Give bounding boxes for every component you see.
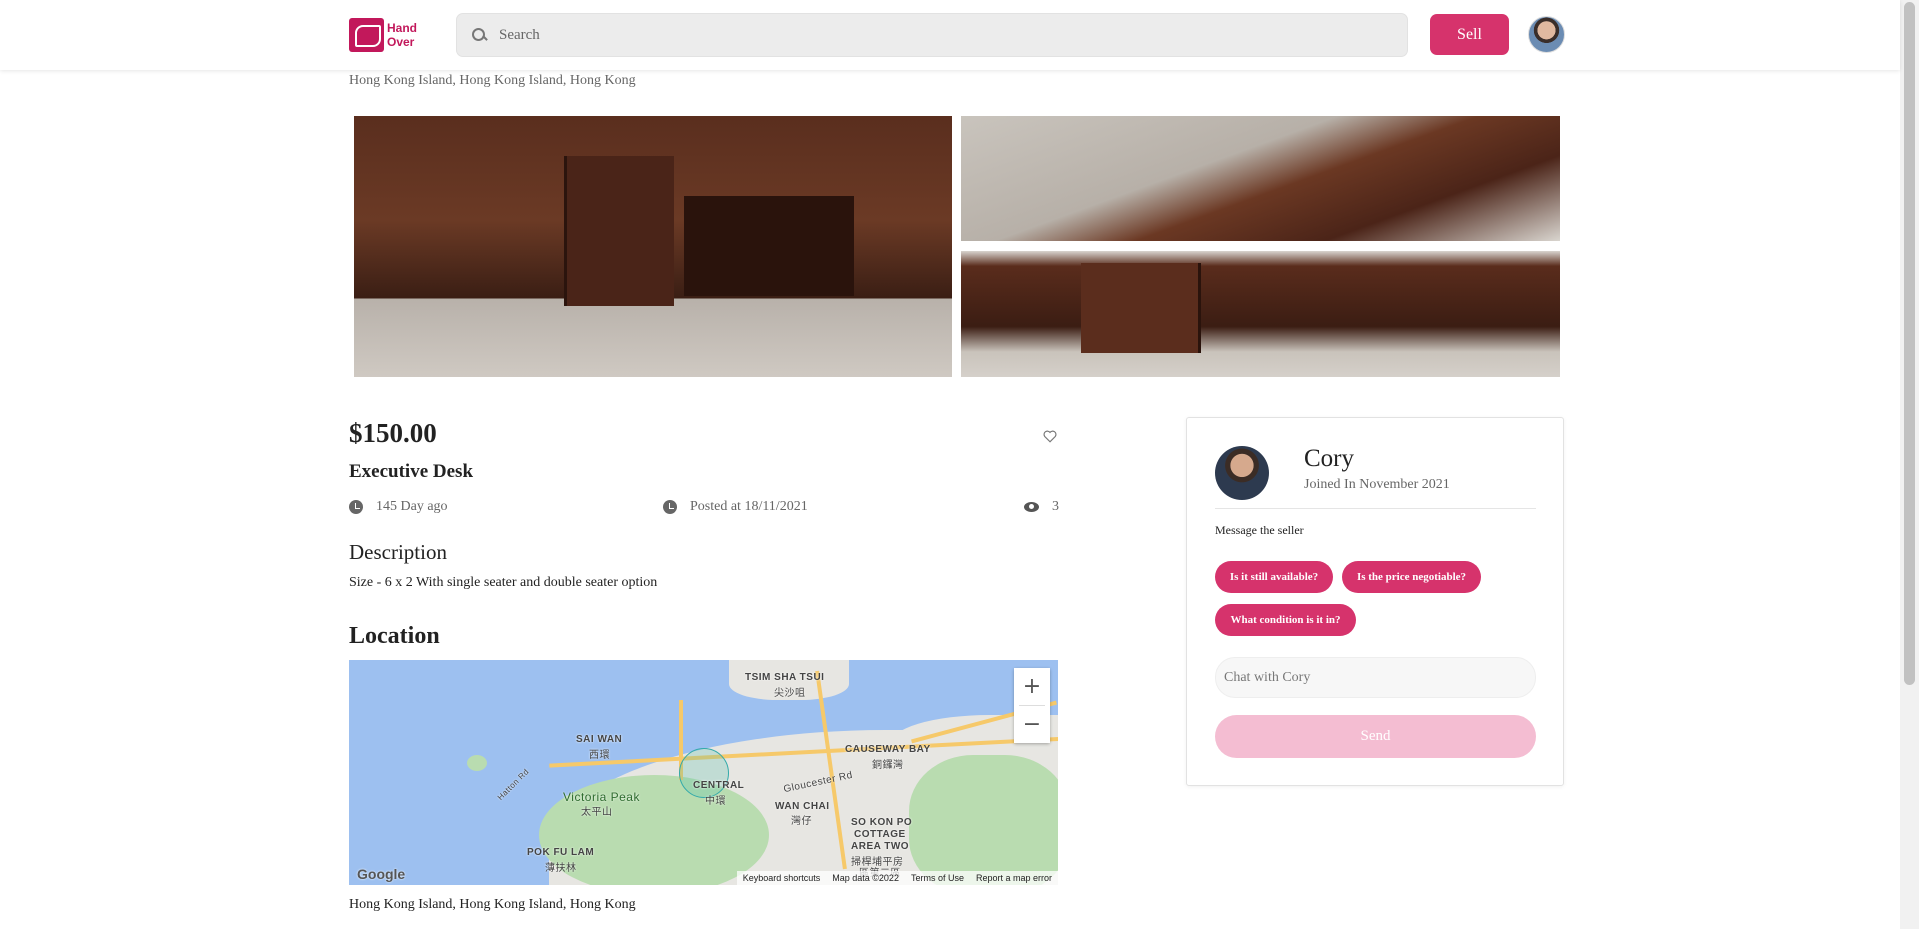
listing-photo-3[interactable]	[961, 251, 1560, 377]
search-bar[interactable]	[456, 13, 1408, 57]
map-park	[909, 755, 1058, 885]
handover-logo[interactable]: Hand Over	[349, 16, 417, 54]
map-label: AREA TWO	[851, 841, 910, 852]
listing-views: 3	[1024, 499, 1059, 515]
listing-photo-main[interactable]	[354, 116, 952, 377]
listing-photo-2[interactable]	[961, 116, 1560, 241]
seller-joined-date: Joined In November 2021	[1304, 477, 1450, 492]
map-terms-link[interactable]: Terms of Use	[905, 873, 970, 883]
map-label: 尖沙咀	[774, 688, 806, 699]
map-label: 中環	[705, 796, 726, 807]
logo-mark	[349, 18, 384, 52]
page-scrollbar[interactable]	[1900, 0, 1919, 929]
quick-reply-condition-button[interactable]: What condition is it in?	[1215, 604, 1356, 636]
desk-drawer-shape	[564, 156, 674, 306]
location-heading: Location	[349, 623, 440, 649]
listing-price: $150.00	[349, 418, 437, 448]
clock-icon	[663, 500, 677, 514]
listing-posted-text: Posted at 18/11/2021	[690, 499, 808, 514]
google-logo[interactable]: Google	[357, 866, 405, 882]
seller-card: Cory Joined In November 2021 Message the…	[1186, 417, 1564, 786]
listing-views-count: 3	[1052, 499, 1059, 514]
map-label: Victoria Peak	[563, 790, 640, 804]
page: Hand Over Sell Hong Kong Island, Hong Ko…	[0, 0, 1919, 929]
top-header: Hand Over Sell	[0, 0, 1900, 70]
divider	[1215, 508, 1536, 509]
listing-posted: Posted at 18/11/2021	[663, 499, 808, 515]
map-label: 西環	[589, 750, 610, 761]
sell-button[interactable]: Sell	[1430, 14, 1509, 55]
map-island	[467, 755, 487, 771]
scrollbar-thumb[interactable]	[1904, 2, 1915, 685]
logo-word-line2: Over	[387, 35, 415, 49]
seller-avatar[interactable]	[1215, 446, 1269, 500]
listing-age-text: 145 Day ago	[376, 499, 448, 514]
map-label: 太平山	[581, 807, 613, 818]
map-label: CAUSEWAY BAY	[845, 744, 931, 755]
map-label: 灣仔	[791, 816, 812, 827]
map-label: 薄扶林	[545, 863, 577, 874]
user-avatar[interactable]	[1528, 16, 1565, 53]
map-label: SO KON PO	[851, 817, 913, 828]
listing-title: Executive Desk	[349, 461, 474, 482]
map-zoom-out-button[interactable]: −	[1014, 706, 1050, 743]
map-label: 銅鑼灣	[872, 760, 904, 771]
map-label: POK FU LAM	[527, 847, 595, 858]
map-label: CENTRAL	[693, 780, 745, 791]
map-label: COTTAGE	[854, 829, 906, 840]
send-button[interactable]: Send	[1215, 715, 1536, 758]
map-report-error-link[interactable]: Report a map error	[970, 873, 1058, 883]
seller-name[interactable]: Cory	[1304, 445, 1354, 473]
quick-reply-available-button[interactable]: Is it still available?	[1215, 561, 1333, 593]
map-data-attribution: Map data ©2022	[832, 873, 899, 883]
map-label: Hatton Rd	[495, 766, 531, 803]
map-label: WAN CHAI	[775, 801, 830, 812]
desk-knee-space-shape	[684, 196, 854, 296]
search-icon	[471, 27, 487, 43]
description-heading: Description	[349, 540, 447, 564]
description-text: Size - 6 x 2 With single seater and doub…	[349, 575, 658, 590]
desk-drawer-shape	[1081, 263, 1201, 353]
eye-icon	[1024, 502, 1039, 512]
listing-location-top: Hong Kong Island, Hong Kong Island, Hong…	[349, 73, 636, 88]
message-seller-label: Message the seller	[1215, 523, 1304, 537]
map-zoom-controls: + −	[1014, 668, 1050, 743]
heart-icon[interactable]	[1043, 430, 1057, 443]
logo-word: Hand Over	[387, 21, 417, 49]
listing-location-bottom: Hong Kong Island, Hong Kong Island, Hong…	[349, 897, 636, 912]
listing-age: 145 Day ago	[349, 499, 448, 515]
logo-word-line1: Hand	[387, 21, 417, 35]
map-label: SAI WAN	[576, 734, 623, 745]
map-footer: Keyboard shortcuts Map data ©2022 Terms …	[736, 871, 1058, 885]
chat-input[interactable]	[1215, 657, 1536, 698]
search-input[interactable]	[499, 26, 1379, 44]
map-keyboard-shortcuts-link[interactable]: Keyboard shortcuts	[737, 873, 827, 883]
map-zoom-in-button[interactable]: +	[1014, 668, 1050, 705]
quick-reply-negotiable-button[interactable]: Is the price negotiable?	[1342, 561, 1481, 593]
map-label: TSIM SHA TSUI	[745, 672, 825, 683]
clock-icon	[349, 500, 363, 514]
location-map[interactable]: TSIM SHA TSUI 尖沙咀 SAI WAN 西環 CENTRAL 中環 …	[349, 660, 1058, 885]
